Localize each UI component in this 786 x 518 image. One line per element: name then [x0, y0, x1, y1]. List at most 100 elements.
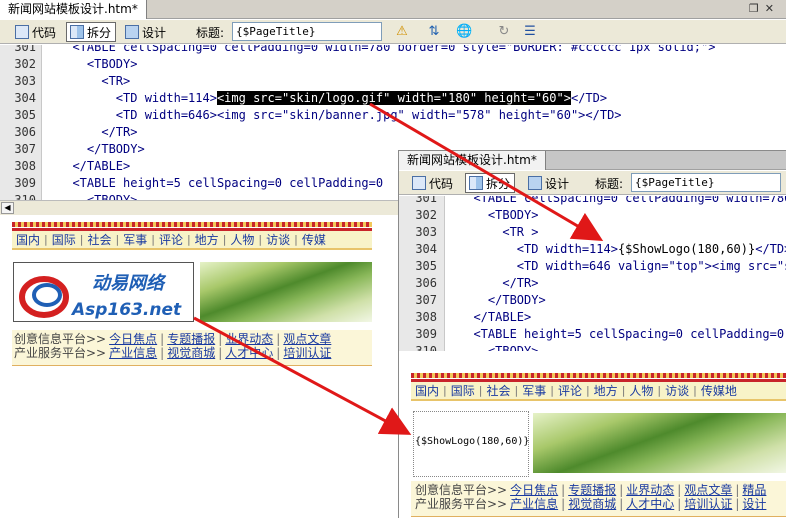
info-row-creative: 创意信息平台>> 今日焦点 | 专题播报 | 业界动态 | 观点文章	[14, 332, 370, 347]
logo-placeholder-cell[interactable]: {$ShowLogo(180,60)}	[413, 411, 529, 477]
preview-globe-icon[interactable]: 🌐	[456, 24, 472, 40]
restore-icon[interactable]: ❐	[749, 2, 765, 15]
nav-link[interactable]: 访谈	[262, 231, 294, 248]
info-link[interactable]: 精品	[739, 483, 769, 497]
info-link[interactable]: 视觉商城	[164, 346, 218, 360]
document-tab[interactable]: 新闻网站模板设计.htm*	[0, 0, 147, 19]
nav-link[interactable]: 军事	[119, 231, 151, 248]
code-text: <TD width=114>{$ShowLogo(180,60)}</TD>	[459, 241, 786, 258]
info-link[interactable]: 培训认证	[681, 497, 735, 511]
info-link[interactable]: 业界动态	[222, 332, 276, 346]
nav-link[interactable]: 国内	[411, 382, 443, 399]
info-link[interactable]: 观点文章	[681, 483, 735, 497]
line-number: 307	[14, 142, 36, 156]
code-segment: </TBODY>	[459, 293, 546, 307]
logo-image[interactable]: 动易网络 Asp163.net	[13, 262, 194, 322]
scroll-left-icon[interactable]: ◀	[1, 202, 14, 214]
page-title-input-2[interactable]: {$PageTitle}	[631, 173, 781, 192]
code-segment: </TR>	[58, 125, 138, 139]
line-number: 305	[415, 259, 437, 273]
code-line: 304 <TD width=114>{$ShowLogo(180,60)}</T…	[399, 241, 786, 258]
code-view-button-2[interactable]: 代码	[409, 173, 457, 193]
code-segment: <TBODY>	[459, 208, 539, 222]
close-icon[interactable]: ✕	[765, 2, 780, 15]
file-transfer-icon[interactable]: ⇅	[426, 24, 442, 40]
line-number: 307	[415, 293, 437, 307]
line-number: 306	[415, 276, 437, 290]
info-link[interactable]: 专题播报	[565, 483, 619, 497]
line-number: 310	[415, 344, 437, 351]
info-link[interactable]: 产业信息	[106, 346, 160, 360]
code-segment: <TR >	[459, 225, 539, 239]
info-link[interactable]: 视觉商城	[565, 497, 619, 511]
code-line: 303 <TR>	[0, 73, 786, 90]
code-text: <TD width=646><img src="skin/banner.jpg"…	[58, 107, 622, 124]
info-link[interactable]: 今日焦点	[106, 332, 160, 346]
document-tabbar: 新闻网站模板设计.htm* ❐✕	[0, 0, 786, 19]
info-link[interactable]: 专题播报	[164, 332, 218, 346]
info-link[interactable]: 人才中心	[623, 497, 677, 511]
nav-link[interactable]: 国内	[12, 231, 44, 248]
line-number: 303	[14, 74, 36, 88]
page-title-input[interactable]: {$PageTitle}	[232, 22, 382, 41]
nav-link[interactable]: 国际	[447, 382, 479, 399]
nav-link[interactable]: 人物	[226, 231, 258, 248]
document-tab-2[interactable]: 新闻网站模板设计.htm*	[399, 151, 546, 170]
code-line: 304 <TD width=114><img src="skin/logo.gi…	[0, 90, 786, 107]
nav-link[interactable]: 传媒	[298, 231, 330, 248]
code-text: <TABLE height=5 cellSpacing=0 cellPaddin…	[459, 326, 786, 343]
info-row-label: 创意信息平台>>	[415, 483, 508, 497]
design-view-label: 设计	[142, 25, 167, 40]
code-text: </TBODY>	[459, 292, 546, 309]
code-segment: <TABLE height=5 cellSpacing=0 cellPaddin…	[473, 327, 785, 341]
nav-link[interactable]: 国际	[48, 231, 80, 248]
design-view-button[interactable]: 设计	[122, 22, 170, 42]
design-view-button-2[interactable]: 设计	[525, 173, 573, 193]
nav-bar-2: 国内 | 国际 | 社会 | 军事 | 评论 | 地方 | 人物 | 访谈 | 传媒地	[411, 379, 786, 401]
nav-link[interactable]: 评论	[155, 231, 187, 248]
nav-link[interactable]: 军事	[518, 382, 550, 399]
nav-link[interactable]: 社会	[83, 231, 115, 248]
code-text: </TR>	[459, 275, 538, 292]
info-link[interactable]: 产业信息	[507, 497, 561, 511]
info-link[interactable]: 人才中心	[222, 346, 276, 360]
info-link[interactable]: 今日焦点	[507, 483, 561, 497]
code-segment-pre: <TD width=114>	[58, 91, 217, 105]
nav-link[interactable]: 人物	[625, 382, 657, 399]
line-number: 303	[415, 225, 437, 239]
info-link[interactable]: 设计	[739, 497, 769, 511]
design-view-icon	[125, 25, 139, 39]
code-segment: </TABLE>	[459, 310, 532, 324]
code-editor-pane-2[interactable]: 301 <TABLE cellSpacing=0 cellPadding=0 w…	[399, 196, 786, 351]
code-line: 305 <TD width=646 valign="top"><img src=…	[399, 258, 786, 275]
info-link[interactable]: 观点文章	[280, 332, 334, 346]
nav-link[interactable]: 社会	[482, 382, 514, 399]
view-options-icon[interactable]: ☰	[522, 24, 538, 40]
code-segment-tag: {$ShowLogo(180,60)}	[617, 242, 756, 256]
code-line: 306 </TR>	[399, 275, 786, 292]
nav-link[interactable]: 地方	[590, 382, 622, 399]
code-text: <TD width=114><img src="skin/logo.gif" w…	[58, 90, 607, 107]
line-number: 308	[415, 310, 437, 324]
code-view-button[interactable]: 代码	[12, 22, 60, 42]
info-link[interactable]: 业界动态	[623, 483, 677, 497]
nav-link[interactable]: 评论	[554, 382, 586, 399]
nav-link[interactable]: 地方	[191, 231, 223, 248]
code-text: <TBODY>	[459, 343, 539, 351]
split-view-button[interactable]: 拆分	[66, 22, 117, 42]
browser-check-icon[interactable]: ⚠	[394, 24, 410, 40]
split-view-button-2[interactable]: 拆分	[465, 173, 516, 193]
decorative-stripe-2	[411, 373, 786, 378]
document-toolbar-2: 代码 拆分 设计 标题: {$PageTitle}	[399, 171, 786, 195]
code-segment-post: </TD>	[570, 91, 608, 105]
refresh-icon[interactable]: ↻	[496, 24, 512, 40]
nav-link[interactable]: 传媒地	[697, 382, 741, 399]
split-view-label-2: 拆分	[486, 176, 511, 191]
code-hscrollbar[interactable]: ◀	[0, 200, 402, 215]
info-row-creative-2: 创意信息平台>> 今日焦点 | 专题播报 | 业界动态 | 观点文章 | 精品	[415, 483, 785, 498]
nav-link[interactable]: 访谈	[661, 382, 693, 399]
code-segment: <TABLE cellSpacing=0 cellPadding=0 width…	[473, 196, 786, 205]
code-view-label-2: 代码	[429, 176, 454, 191]
window-controls: ❐✕	[749, 2, 780, 15]
info-link[interactable]: 培训认证	[280, 346, 334, 360]
